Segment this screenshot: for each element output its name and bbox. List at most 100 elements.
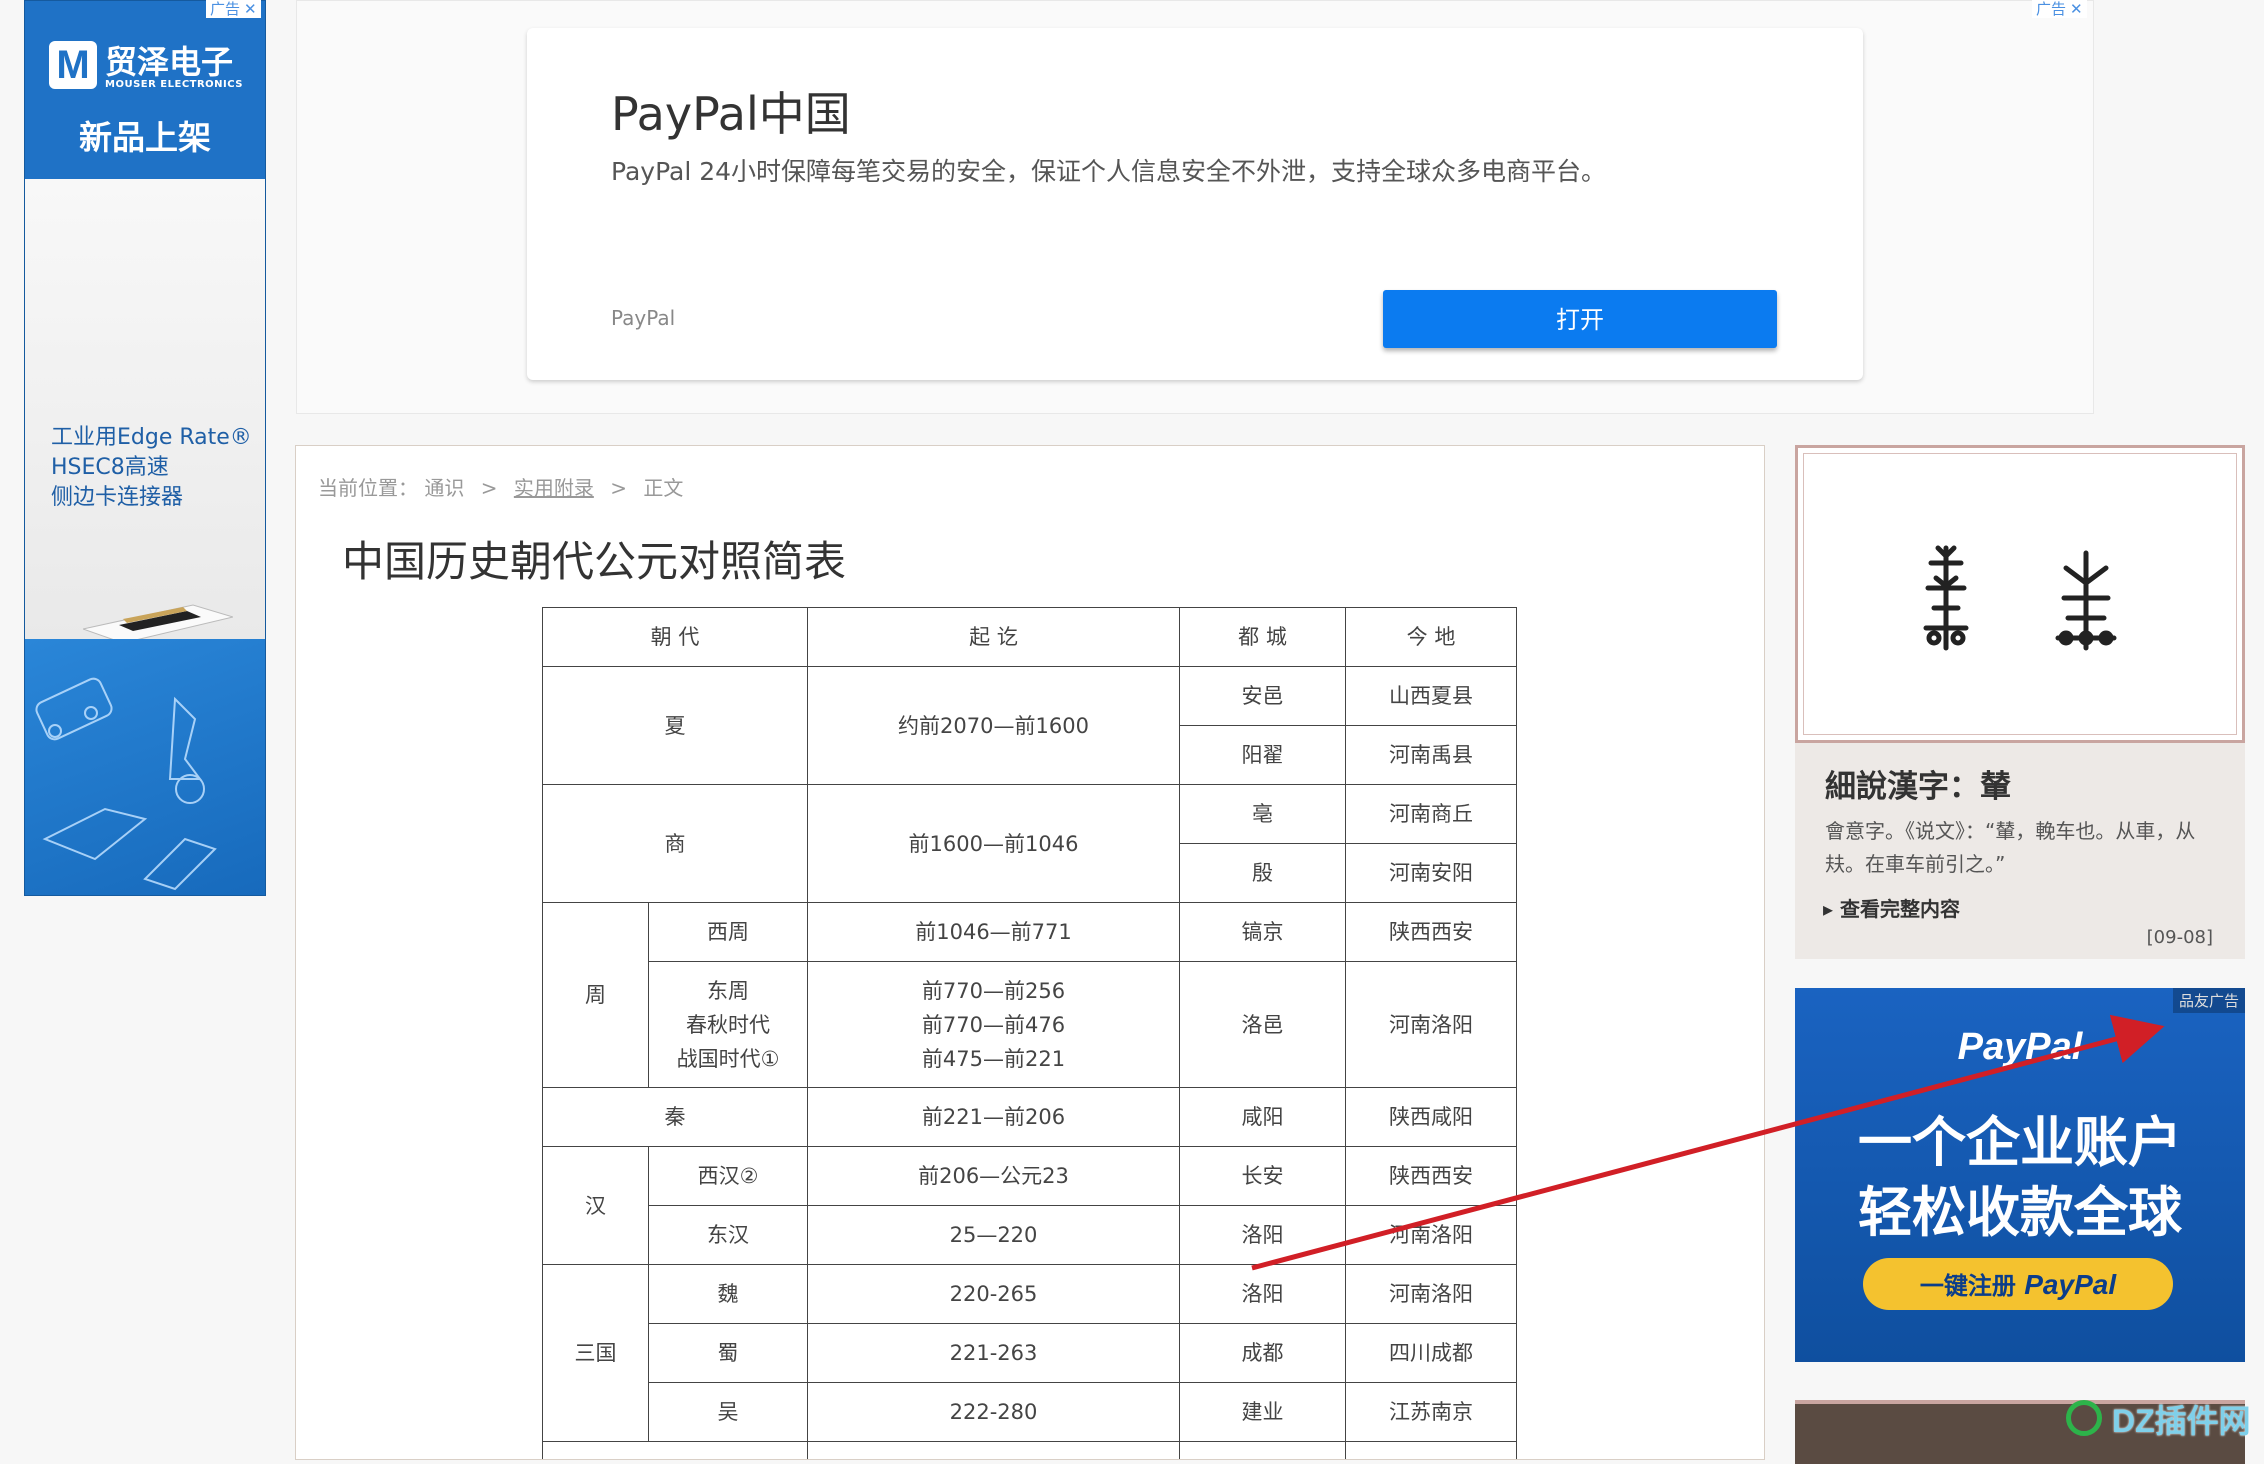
ad-source-tag[interactable]: 品友广告 <box>2172 988 2245 1013</box>
dynasty-cell: 夏 <box>542 666 808 785</box>
breadcrumb-item-appendix[interactable]: 实用附录 <box>514 476 594 500</box>
mouser-logo-icon: M <box>49 41 97 89</box>
period-cell: 约前2070—前1600 <box>807 666 1180 785</box>
capital-cell: 殷 <box>1179 843 1346 903</box>
site-watermark: DZ插件网 <box>2066 1396 2256 1446</box>
modern-location-cell: 陕西咸阳 <box>1345 1087 1517 1147</box>
table-row <box>542 1441 1517 1459</box>
register-label: 一键注册 <box>1919 1272 2016 1300</box>
ad-description: PayPal 24小时保障每笔交易的安全，保证个人信息安全不外泄，支持全球众多电… <box>611 157 1607 186</box>
period-cell: 前221—前206 <box>807 1087 1180 1147</box>
sub-dynasty-cell: 西周 <box>648 902 808 962</box>
sub-dynasty-cell: 东汉 <box>648 1205 808 1265</box>
modern-location-cell: 江苏南京 <box>1345 1382 1517 1442</box>
modern-location-cell: 河南安阳 <box>1345 843 1517 903</box>
header-period: 起 讫 <box>807 607 1180 667</box>
sub-dynasty-cell: 东周 春秋时代 战国时代① <box>648 961 808 1088</box>
left-ad-label[interactable]: 广告 ✕ <box>206 0 261 18</box>
left-ad-body: 工业用Edge Rate® HSEC8高速 侧边卡连接器 samtec <box>25 179 265 781</box>
period-cell: 25—220 <box>807 1205 1180 1265</box>
word-card-description: 會意字。《说文》：“輦，輓车也。从車，从㚘。在車车前引之。” <box>1825 819 2196 876</box>
left-ad-header: M 贸泽电子 MOUSER ELECTRONICS 新品上架 <box>25 1 265 179</box>
table-row: 三国 魏 220-265 洛阳 河南洛阳 <box>542 1264 1517 1442</box>
period-cell: 前1046—前771 <box>807 902 1180 962</box>
capital-cell: 咸阳 <box>1179 1087 1346 1147</box>
ad-label-text: 广告 <box>210 0 241 18</box>
capital-cell: 镐京 <box>1179 902 1346 962</box>
dynasty-cell: 秦 <box>542 1087 808 1147</box>
breadcrumb-separator: > <box>480 476 498 500</box>
word-card-date: [09-08] <box>2146 927 2213 948</box>
table-row: 吴 222-280 建业 江苏南京 <box>543 1382 1517 1442</box>
breadcrumb-item-tongshi[interactable]: 通识 <box>424 476 464 500</box>
table-row: 商 前1600—前1046 亳 河南商丘 <box>542 784 1517 903</box>
ad-title[interactable]: PayPal中国 <box>611 78 851 144</box>
modern-location-cell: 河南洛阳 <box>1345 1264 1517 1324</box>
modern-location-cell <box>1345 1441 1517 1459</box>
left-ad-feature-line: HSEC8高速 <box>51 455 169 480</box>
period-cell: 前206—公元23 <box>807 1146 1180 1206</box>
capital-cell: 阳翟 <box>1179 725 1346 785</box>
table-row: 蜀 221-263 成都 四川成都 <box>543 1323 1517 1383</box>
table-row: 夏 约前2070—前1600 安邑 山西夏县 <box>542 666 1517 785</box>
close-icon[interactable]: ✕ <box>2070 0 2083 18</box>
word-card-title[interactable]: 細說漢字：輦 <box>1825 761 2011 806</box>
watermark-logo-icon <box>2066 1400 2102 1436</box>
triangle-right-icon: ▸ <box>1823 897 1841 921</box>
left-ad-feature-line: 侧边卡连接器 <box>51 485 184 510</box>
modern-location-cell: 陕西西安 <box>1345 902 1517 962</box>
capital-cell: 成都 <box>1179 1323 1346 1383</box>
view-full-link[interactable]: ▸ 查看完整内容 <box>1823 893 1960 922</box>
dynasty-cell: 商 <box>542 784 808 903</box>
period-cell: 221-263 <box>807 1323 1180 1383</box>
header-capital: 都 城 <box>1179 607 1346 667</box>
sub-dynasty-cell: 蜀 <box>648 1323 808 1383</box>
left-ad-brand: 贸泽电子 <box>105 43 234 81</box>
paypal-side-ad[interactable]: 品友广告 PayPal 一个企业账户 轻松收款全球 一键注册 PayPal <box>1795 988 2245 1362</box>
article-panel: 当前位置： 通识 > 实用附录 > 正文 中国历史朝代公元对照简表 朝 代 起 … <box>295 445 1765 1460</box>
capital-cell: 安邑 <box>1179 666 1346 726</box>
modern-location-cell: 河南商丘 <box>1345 784 1517 844</box>
table-row: 汉 西汉② 前206—公元23 长安 陕西西安 <box>542 1146 1517 1265</box>
sub-dynasty-cell: 吴 <box>648 1382 808 1442</box>
ad-label-text: 广告 <box>2036 0 2067 18</box>
modern-location-cell: 河南洛阳 <box>1345 961 1517 1088</box>
period-cell: 前770—前256 前770—前476 前475—前221 <box>807 961 1180 1088</box>
header-dynasty: 朝 代 <box>542 607 808 667</box>
page-title: 中国历史朝代公元对照简表 <box>342 537 847 586</box>
dynasty-cell: 周 <box>542 902 649 1088</box>
table-row: 东周 春秋时代 战国时代① 前770—前256 前770—前476 前475—前… <box>543 961 1517 1088</box>
breadcrumb-prefix: 当前位置： <box>318 476 418 500</box>
paypal-logo: PayPal <box>1957 1026 2083 1068</box>
capital-cell: 洛阳 <box>1179 1264 1346 1324</box>
dynasty-cell: 汉 <box>542 1146 649 1265</box>
open-button[interactable]: 打开 <box>1383 290 1777 348</box>
table-row: 周 西周 前1046—前771 镐京 陕西西安 <box>542 902 1517 1088</box>
modern-location-cell: 山西夏县 <box>1345 666 1517 726</box>
word-card[interactable]: 細說漢字：輦 會意字。《说文》：“輦，輓车也。从車，从㚘。在車车前引之。” ▸ … <box>1795 445 2245 959</box>
capital-cell <box>1179 1441 1346 1459</box>
left-ad-brand-en: MOUSER ELECTRONICS <box>105 79 243 90</box>
capital-cell: 亳 <box>1179 784 1346 844</box>
paypal-ad-card[interactable]: PayPal中国 PayPal 24小时保障每笔交易的安全，保证个人信息安全不外… <box>527 28 1863 380</box>
left-advertisement[interactable]: M 贸泽电子 MOUSER ELECTRONICS 新品上架 工业用Edge R… <box>24 0 266 896</box>
period-cell: 222-280 <box>807 1382 1180 1442</box>
ad-headline-2: 轻松收款全球 <box>1858 1181 2182 1244</box>
robot-drone-illustration-icon <box>35 677 217 891</box>
register-button[interactable]: 一键注册 PayPal <box>1863 1258 2173 1310</box>
dynasty-table: 朝 代 起 讫 都 城 今 地 夏 约前2070—前1600 安邑 山西夏县 阳… <box>542 607 1517 1459</box>
ad-advertiser: PayPal <box>611 306 676 330</box>
close-icon[interactable]: ✕ <box>244 0 257 18</box>
top-ad-label[interactable]: 广告 ✕ <box>2032 0 2087 18</box>
table-header-row: 朝 代 起 讫 都 城 今 地 <box>542 607 1517 667</box>
watermark-text: DZ插件网 <box>2112 1403 2251 1439</box>
breadcrumb-separator: > <box>610 476 627 500</box>
word-card-image[interactable] <box>1795 445 2245 743</box>
left-ad-features: 工业用Edge Rate® HSEC8高速 侧边卡连接器 <box>51 423 261 513</box>
table-row: 秦 前221—前206 咸阳 陕西咸阳 <box>542 1087 1517 1147</box>
header-modern-location: 今 地 <box>1345 607 1517 667</box>
capital-cell: 洛阳 <box>1179 1205 1346 1265</box>
period-cell <box>807 1441 1180 1459</box>
sub-dynasty-cell: 魏 <box>648 1264 808 1324</box>
left-ad-slogan: 新品上架 <box>79 118 211 157</box>
